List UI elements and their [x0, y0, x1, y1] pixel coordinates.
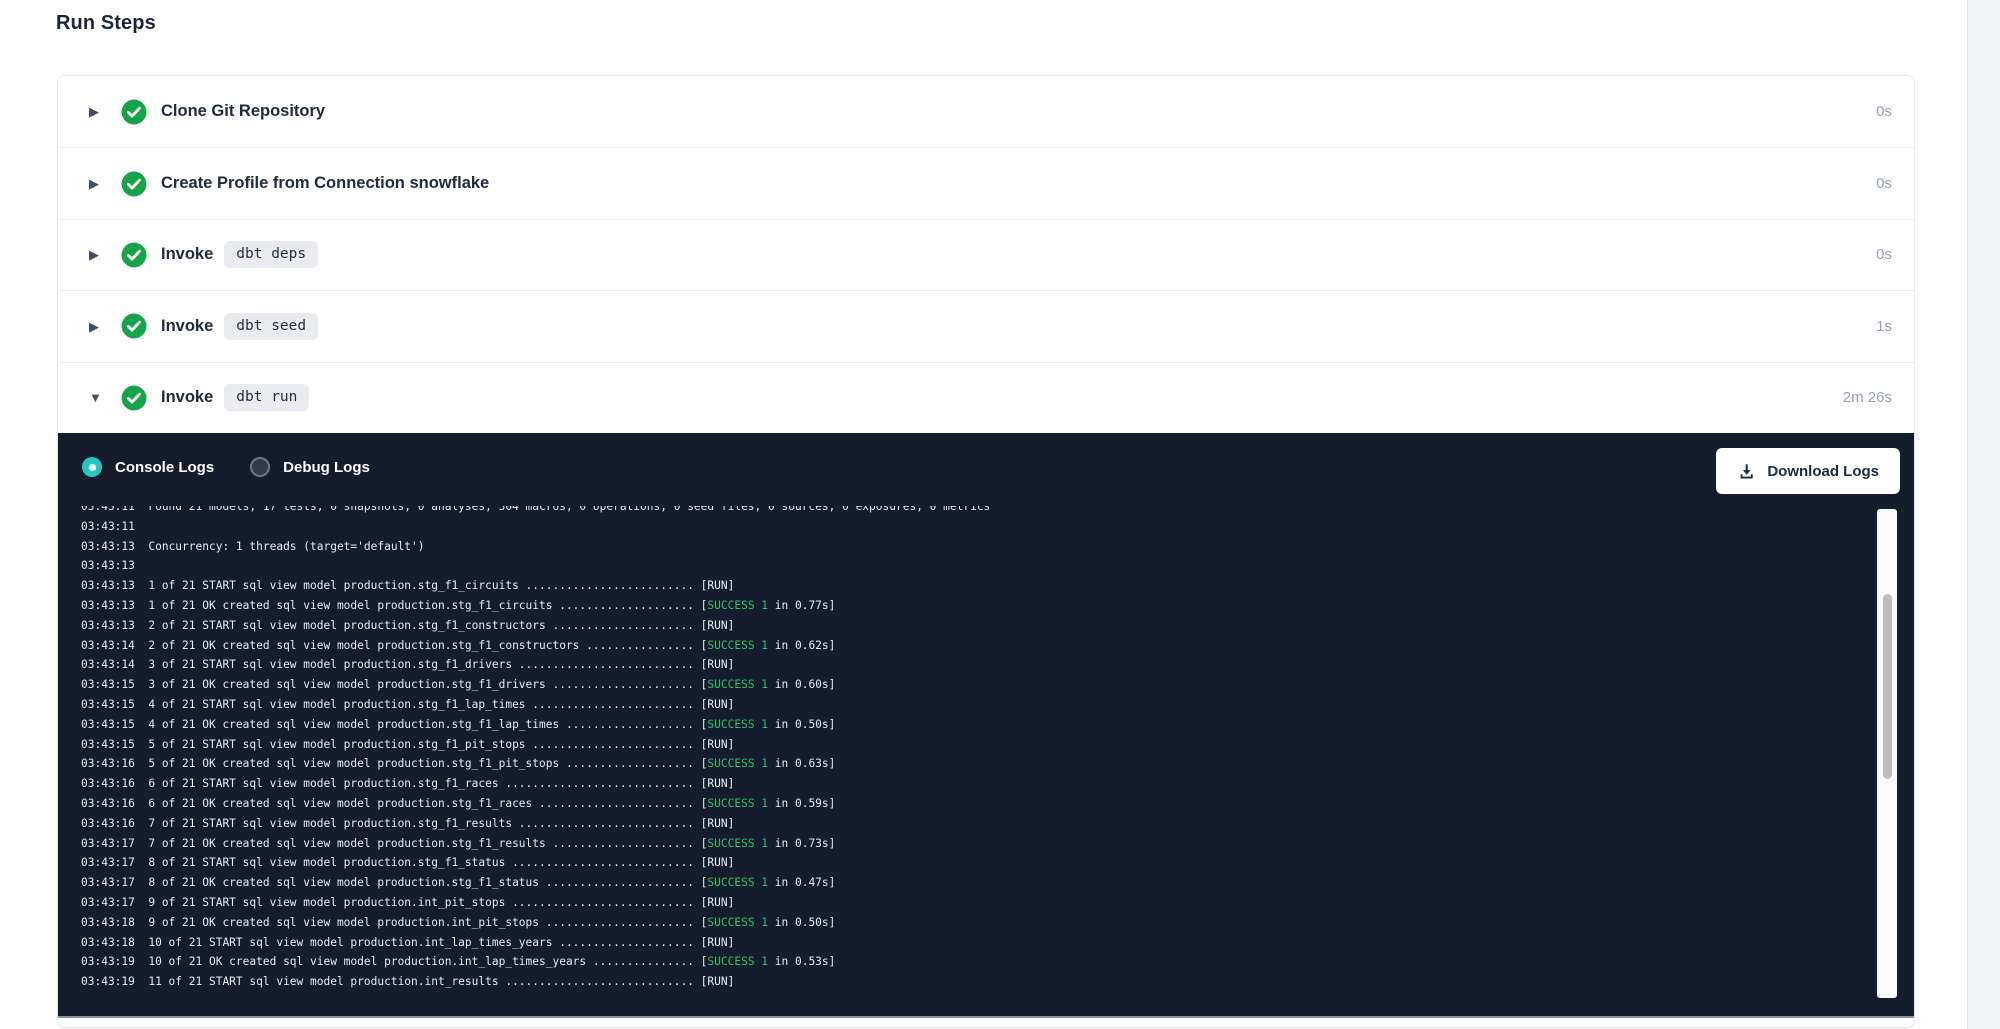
log-line: 03:43:14 2 of 21 OK created sql view mod…	[81, 636, 1914, 656]
log-line: 03:43:13 2 of 21 START sql view model pr…	[81, 616, 1914, 636]
console-log-panel: Console Logs Debug Logs Download Logs 03:…	[58, 433, 1914, 1018]
step-duration: 1s	[1876, 318, 1892, 335]
log-line: 03:43:11	[81, 517, 1914, 537]
log-type-radio-group: Console Logs Debug Logs	[82, 457, 392, 477]
log-scrollbar-track[interactable]	[1877, 509, 1897, 998]
run-step-row[interactable]: Invoke dbt run 2m 26s	[58, 362, 1914, 433]
log-status-success: SUCCESS 1	[707, 678, 768, 691]
log-status-success: SUCCESS 1	[707, 955, 768, 968]
step-label: Invoke	[161, 388, 213, 407]
run-step-row[interactable]: Invoke dbt seed 1s	[58, 290, 1914, 361]
log-line: 03:43:17 9 of 21 START sql view model pr…	[81, 893, 1914, 913]
console-header: Console Logs Debug Logs Download Logs	[58, 433, 1914, 506]
log-line: 03:43:17 8 of 21 OK created sql view mod…	[81, 873, 1914, 893]
run-step-row[interactable]: Clone Git Repository 0s	[58, 76, 1914, 147]
success-check-icon	[121, 313, 147, 339]
download-logs-button[interactable]: Download Logs	[1716, 448, 1900, 494]
expand-caret-icon[interactable]	[89, 248, 105, 261]
log-line: 03:43:16 6 of 21 START sql view model pr…	[81, 774, 1914, 794]
log-status-success: SUCCESS 1	[707, 876, 768, 889]
log-line: 03:43:19 11 of 21 START sql view model p…	[81, 972, 1914, 992]
log-status-success: SUCCESS 1	[707, 639, 768, 652]
success-check-icon	[121, 385, 147, 411]
log-line: 03:43:15 3 of 21 OK created sql view mod…	[81, 675, 1914, 695]
run-steps-page: Run Steps Clone Git Repository0sCreate P…	[0, 0, 2000, 1029]
log-line: 03:43:18 10 of 21 START sql view model p…	[81, 933, 1914, 953]
log-status-success: SUCCESS 1	[707, 599, 768, 612]
log-line: 03:43:15 4 of 21 OK created sql view mod…	[81, 715, 1914, 735]
log-line: 03:43:15 4 of 21 START sql view model pr…	[81, 695, 1914, 715]
run-step-row[interactable]: Create Profile from Connection snowflake…	[58, 147, 1914, 218]
log-status-success: SUCCESS 1	[707, 757, 768, 770]
expand-caret-icon[interactable]	[89, 177, 105, 190]
step-label: Create Profile from Connection snowflake	[161, 174, 489, 193]
log-line: 03:43:13 1 of 21 OK created sql view mod…	[81, 596, 1914, 616]
page-title: Run Steps	[56, 12, 156, 35]
log-line: 03:43:13 1 of 21 START sql view model pr…	[81, 576, 1914, 596]
log-line: 03:43:15 5 of 21 START sql view model pr…	[81, 735, 1914, 755]
step-duration: 0s	[1876, 103, 1892, 120]
success-check-icon	[121, 99, 147, 125]
radio-unselected-icon[interactable]	[250, 457, 270, 477]
log-line: 03:43:16 5 of 21 OK created sql view mod…	[81, 754, 1914, 774]
expand-caret-icon[interactable]	[89, 320, 105, 333]
log-line: 03:43:13 Concurrency: 1 threads (target=…	[81, 537, 1914, 557]
run-steps-card: Clone Git Repository0sCreate Profile fro…	[57, 75, 1915, 1028]
step-command-pill: dbt deps	[224, 241, 318, 268]
log-line: 03:43:16 7 of 21 START sql view model pr…	[81, 814, 1914, 834]
steps-list: Clone Git Repository0sCreate Profile fro…	[58, 76, 1914, 433]
log-line: 03:43:19 10 of 21 OK created sql view mo…	[81, 952, 1914, 972]
log-status-success: SUCCESS 1	[707, 916, 768, 929]
collapse-caret-icon[interactable]	[89, 391, 105, 404]
log-line: 03:43:13	[81, 556, 1914, 576]
success-check-icon	[121, 242, 147, 268]
log-type-radio-console-logs[interactable]: Console Logs	[82, 457, 214, 477]
page-right-gutter	[1967, 0, 2000, 1029]
step-label: Invoke	[161, 317, 213, 336]
log-line: 03:43:17 8 of 21 START sql view model pr…	[81, 853, 1914, 873]
download-icon	[1737, 462, 1756, 481]
log-line: 03:43:17 7 of 21 OK created sql view mod…	[81, 834, 1914, 854]
log-line: 03:43:14 3 of 21 START sql view model pr…	[81, 655, 1914, 675]
log-type-radio-label: Debug Logs	[283, 459, 370, 476]
step-command-pill: dbt seed	[224, 313, 318, 340]
step-duration: 0s	[1876, 175, 1892, 192]
step-label: Invoke	[161, 245, 213, 264]
success-check-icon	[121, 171, 147, 197]
expand-caret-icon[interactable]	[89, 105, 105, 118]
log-line: 03:43:18 9 of 21 OK created sql view mod…	[81, 913, 1914, 933]
step-duration: 0s	[1876, 246, 1892, 263]
download-logs-label: Download Logs	[1767, 463, 1879, 480]
log-type-radio-label: Console Logs	[115, 459, 214, 476]
step-label: Clone Git Repository	[161, 102, 325, 121]
log-viewport: 03:43:11 Found 21 models, 17 tests, 0 sn…	[58, 506, 1914, 1002]
log-line: 03:43:11 Found 21 models, 17 tests, 0 sn…	[81, 506, 1914, 517]
step-duration: 2m 26s	[1843, 389, 1892, 406]
log-type-radio-debug-logs[interactable]: Debug Logs	[250, 457, 370, 477]
log-status-success: SUCCESS 1	[707, 837, 768, 850]
log-status-success: SUCCESS 1	[707, 797, 768, 810]
log-status-success: SUCCESS 1	[707, 718, 768, 731]
log-scrollbar-thumb[interactable]	[1883, 594, 1892, 779]
radio-selected-icon[interactable]	[82, 457, 102, 477]
log-content: 03:43:11 Found 21 models, 17 tests, 0 sn…	[58, 506, 1914, 992]
run-step-row[interactable]: Invoke dbt deps 0s	[58, 219, 1914, 290]
log-line: 03:43:16 6 of 21 OK created sql view mod…	[81, 794, 1914, 814]
step-command-pill: dbt run	[224, 384, 309, 411]
